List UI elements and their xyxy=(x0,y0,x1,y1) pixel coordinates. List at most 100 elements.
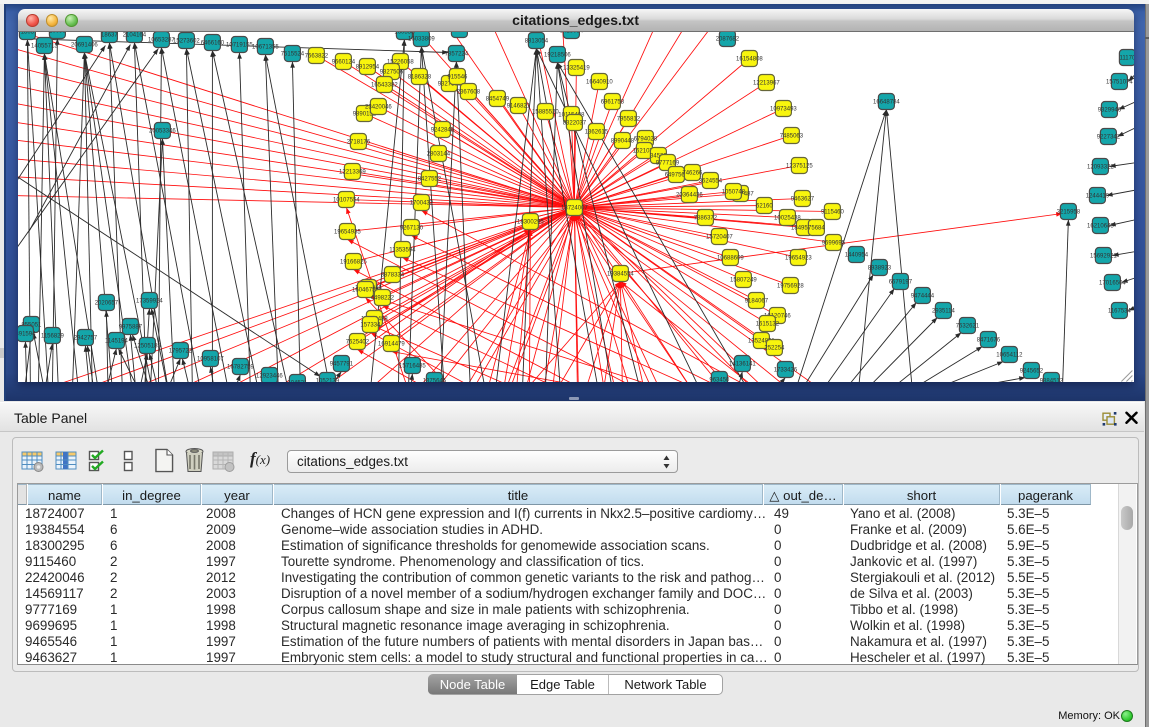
svg-text:15273602: 15273602 xyxy=(173,38,200,44)
svg-text:16648784: 16648784 xyxy=(873,99,900,105)
svg-text:9327506: 9327506 xyxy=(379,69,403,75)
svg-text:9975887: 9975887 xyxy=(118,324,142,330)
svg-text:12093322: 12093322 xyxy=(1087,164,1114,170)
svg-text:9267130: 9267130 xyxy=(399,225,423,231)
svg-text:16543382: 16543382 xyxy=(371,82,398,88)
svg-text:10654112: 10654112 xyxy=(996,352,1023,358)
svg-text:9660124: 9660124 xyxy=(331,59,355,65)
svg-text:19166825: 19166825 xyxy=(340,259,367,265)
svg-text:20053346: 20053346 xyxy=(149,128,176,134)
svg-text:746266: 746266 xyxy=(682,170,703,176)
svg-text:9227342: 9227342 xyxy=(1096,134,1120,140)
svg-text:2087682: 2087682 xyxy=(715,36,739,42)
svg-text:20364436: 20364436 xyxy=(676,192,703,198)
svg-text:2104164: 2104164 xyxy=(122,32,146,38)
svg-text:7515524: 7515524 xyxy=(280,51,304,57)
svg-text:1145194: 1145194 xyxy=(105,338,129,344)
svg-text:1700432: 1700432 xyxy=(409,200,433,206)
svg-text:12923446: 12923446 xyxy=(256,373,283,379)
svg-text:15807249: 15807249 xyxy=(730,277,757,283)
svg-text:15885520: 15885520 xyxy=(532,109,559,115)
svg-text:6679197: 6679197 xyxy=(888,279,912,285)
svg-text:1803: 1803 xyxy=(20,32,34,35)
svg-text:9184067: 9184067 xyxy=(744,298,768,304)
svg-text:7485063: 7485063 xyxy=(779,133,803,139)
svg-text:157334: 157334 xyxy=(360,322,381,328)
svg-text:4498222: 4498222 xyxy=(370,295,394,301)
svg-text:20099: 20099 xyxy=(49,32,66,34)
svg-text:3215958: 3215958 xyxy=(1056,209,1080,215)
svg-text:9245652: 9245652 xyxy=(1019,368,1043,374)
svg-text:6794028: 6794028 xyxy=(633,136,657,142)
svg-text:2718176: 2718176 xyxy=(346,139,370,145)
svg-text:1244419: 1244419 xyxy=(1085,193,1109,199)
svg-text:9146821: 9146821 xyxy=(506,103,530,109)
svg-text:16154808: 16154808 xyxy=(736,56,763,62)
svg-text:1733426: 1733426 xyxy=(773,367,797,373)
svg-text:17016504: 17016504 xyxy=(1099,280,1126,286)
svg-text:8186328: 8186328 xyxy=(407,74,431,80)
svg-text:8878334: 8878334 xyxy=(380,272,404,278)
svg-text:14136141: 14136141 xyxy=(729,361,756,367)
svg-text:15692921: 15692921 xyxy=(1090,253,1117,259)
svg-text:7955812: 7955812 xyxy=(616,116,640,122)
svg-text:1052139: 1052139 xyxy=(315,378,339,382)
svg-text:1362615: 1362615 xyxy=(584,129,608,135)
svg-text:17359924: 17359924 xyxy=(136,298,163,304)
svg-text:12505185: 12505185 xyxy=(134,343,161,349)
svg-text:6961758: 6961758 xyxy=(600,99,624,105)
svg-text:10653287: 10653287 xyxy=(148,37,175,43)
svg-text:19756928: 19756928 xyxy=(777,283,804,289)
svg-text:8912954: 8912954 xyxy=(355,64,379,70)
svg-text:9115460: 9115460 xyxy=(821,209,845,215)
svg-text:15720407: 15720407 xyxy=(706,234,733,240)
svg-text:11170: 11170 xyxy=(1119,55,1133,61)
svg-text:957224: 957224 xyxy=(449,32,470,33)
svg-text:9384512: 9384512 xyxy=(1039,378,1063,382)
svg-text:2935114: 2935114 xyxy=(932,308,956,314)
svg-text:6466160: 6466160 xyxy=(200,40,224,46)
svg-text:160338: 160338 xyxy=(394,32,415,35)
svg-text:9463627: 9463627 xyxy=(790,196,814,202)
svg-text:7663822: 7663822 xyxy=(304,53,328,59)
svg-text:10958107: 10958107 xyxy=(197,356,224,362)
svg-text:13325419: 13325419 xyxy=(563,65,590,71)
svg-text:10719155: 10719155 xyxy=(226,42,253,48)
svg-text:1440954: 1440954 xyxy=(844,252,868,258)
svg-text:9474444: 9474444 xyxy=(910,293,934,299)
svg-text:2367608: 2367608 xyxy=(456,89,480,95)
svg-text:8990448: 8990448 xyxy=(610,138,634,144)
svg-text:19218506: 19218506 xyxy=(544,52,571,58)
svg-text:7632621: 7632621 xyxy=(955,323,979,329)
svg-text:2803144: 2803144 xyxy=(426,151,450,157)
svg-text:915546: 915546 xyxy=(447,74,468,80)
svg-text:18724007: 18724007 xyxy=(561,205,588,211)
svg-text:963450: 963450 xyxy=(709,377,730,382)
svg-text:9699695: 9699695 xyxy=(821,240,845,246)
svg-text:16210643: 16210643 xyxy=(1087,223,1114,229)
svg-text:2020657: 2020657 xyxy=(94,300,118,306)
svg-text:15751074: 15751074 xyxy=(1106,79,1133,85)
svg-text:1615132: 1615132 xyxy=(755,321,779,327)
svg-text:19654923: 19654923 xyxy=(785,255,812,261)
svg-text:9242848: 9242848 xyxy=(430,127,454,133)
svg-text:104521: 104521 xyxy=(287,380,308,382)
svg-text:18637: 18637 xyxy=(101,32,118,38)
svg-text:8454749: 8454749 xyxy=(485,96,509,102)
svg-text:75684: 75684 xyxy=(808,225,825,231)
svg-text:7625402: 7625402 xyxy=(345,339,369,345)
svg-text:62160: 62160 xyxy=(756,203,773,209)
svg-text:19654935: 19654935 xyxy=(334,229,361,235)
svg-text:2942757: 2942757 xyxy=(73,335,97,341)
svg-text:1050748: 1050748 xyxy=(721,189,745,195)
svg-text:12213967: 12213967 xyxy=(753,80,780,86)
svg-text:16782759: 16782759 xyxy=(227,364,254,370)
svg-text:1375645: 1375645 xyxy=(422,378,446,382)
svg-text:10107554: 10107554 xyxy=(333,197,360,203)
svg-text:9777169: 9777169 xyxy=(655,160,679,166)
svg-text:12213369: 12213369 xyxy=(339,169,366,175)
svg-text:7857224: 7857224 xyxy=(444,51,468,57)
svg-text:9329946: 9329946 xyxy=(1097,107,1121,113)
svg-text:1795722: 1795722 xyxy=(168,348,192,354)
svg-text:3624554: 3624554 xyxy=(698,178,722,184)
